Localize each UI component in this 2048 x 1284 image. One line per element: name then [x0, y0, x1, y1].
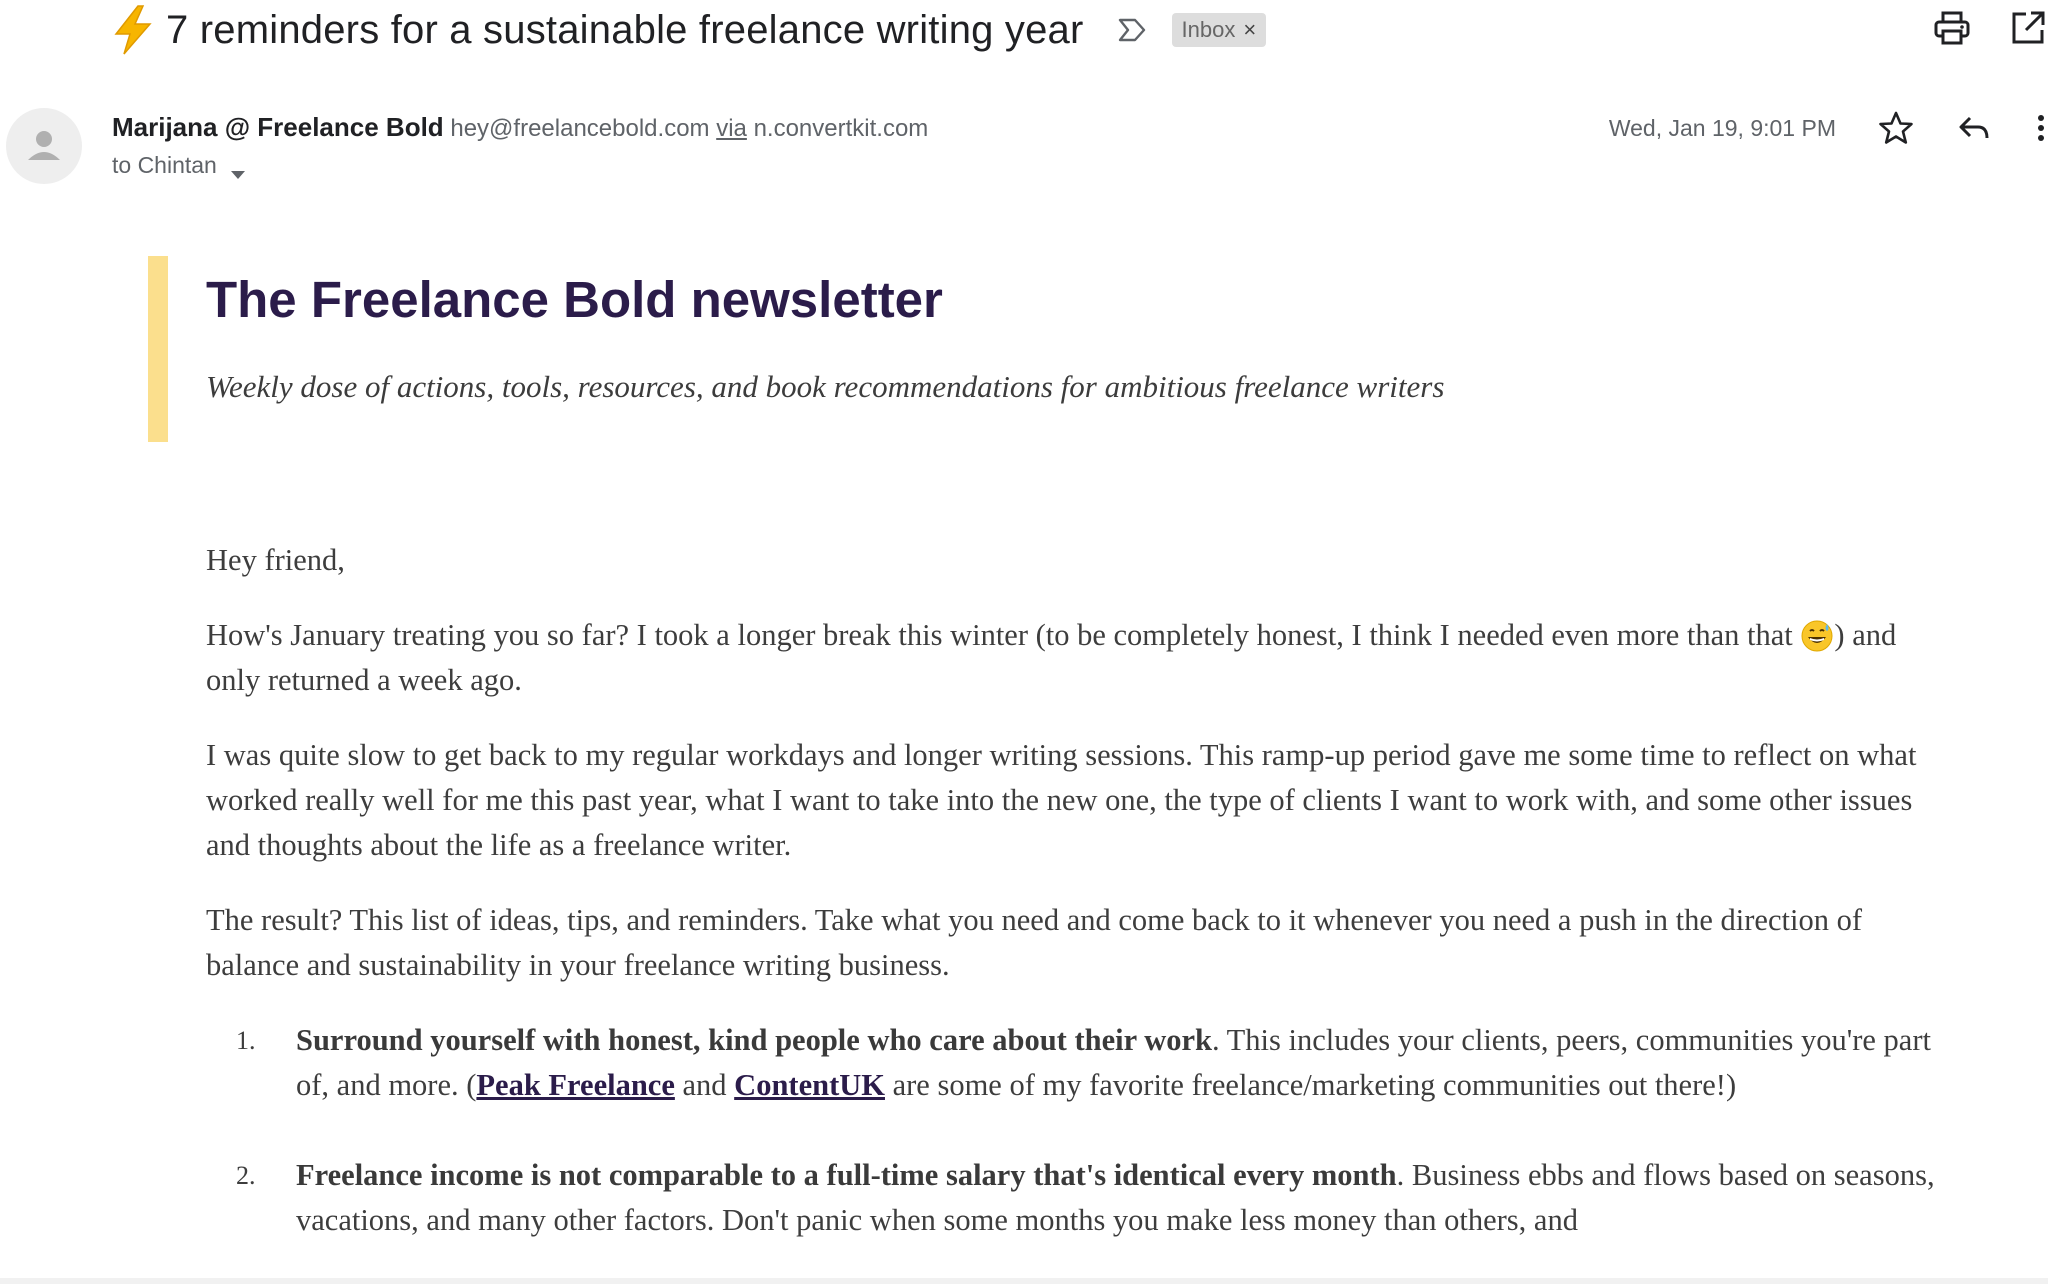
top-actions	[1932, 8, 2048, 48]
list-item-number: 2.	[236, 1161, 256, 1190]
caret-down-icon	[229, 160, 247, 179]
grinning-sweat-emoji-icon	[1800, 619, 1834, 653]
paragraph-1-text: How's January treating you so far? I too…	[206, 618, 1801, 652]
remove-label-button[interactable]: ×	[1243, 17, 1256, 43]
sender-email: hey@freelancebold.com	[450, 115, 710, 142]
list-item: 1. Surround yourself with honest, kind p…	[206, 1018, 1946, 1108]
via-link[interactable]: via	[716, 115, 747, 142]
reply-icon[interactable]	[1956, 110, 1992, 146]
newsletter-header: The Freelance Bold newsletter Weekly dos…	[148, 256, 1648, 442]
sender-name[interactable]: Marijana @ Freelance Bold	[112, 112, 444, 142]
sender-line: Marijana @ Freelance Bold hey@freelanceb…	[112, 112, 928, 143]
subject-row: 7 reminders for a sustainable freelance …	[110, 0, 1267, 60]
default-avatar-icon	[28, 131, 60, 160]
newsletter-tagline: Weekly dose of actions, tools, resources…	[206, 369, 1445, 404]
via-domain: n.convertkit.com	[753, 115, 929, 142]
email-date: Wed, Jan 19, 9:01 PM	[1608, 114, 1836, 141]
accent-bar	[148, 256, 168, 442]
important-marker-icon[interactable]	[1116, 14, 1148, 46]
more-vertical-icon[interactable]	[2034, 110, 2048, 146]
inbox-label-text: Inbox	[1181, 17, 1236, 42]
newsletter-title: The Freelance Bold newsletter	[206, 271, 943, 328]
recipient-details-toggle[interactable]: to Chintan	[112, 152, 247, 179]
list-item-number: 1.	[236, 1026, 256, 1055]
sender-avatar[interactable]	[6, 108, 82, 184]
paragraph-3: The result? This list of ideas, tips, an…	[206, 903, 1862, 982]
contentuk-link[interactable]: ContentUK	[734, 1068, 885, 1102]
open-in-new-window-icon[interactable]	[2008, 8, 2048, 48]
bottom-divider	[0, 1278, 2048, 1284]
list-item-text: are some of my favorite freelance/market…	[884, 1068, 1737, 1102]
star-icon[interactable]	[1878, 110, 1914, 146]
paragraph-2: I was quite slow to get back to my regul…	[206, 738, 1917, 862]
inbox-label-chip: Inbox ×	[1171, 13, 1267, 47]
message-meta: Wed, Jan 19, 9:01 PM	[1609, 110, 2048, 146]
paragraph-1: How's January treating you so far? I too…	[206, 613, 1946, 703]
peak-freelance-link[interactable]: Peak Freelance	[476, 1068, 674, 1102]
recipient-text: to Chintan	[112, 152, 217, 178]
list-item-text: and	[674, 1068, 735, 1102]
list-item: 2. Freelance income is not comparable to…	[206, 1153, 1946, 1243]
greeting: Hey friend,	[206, 543, 345, 577]
email-subject: 7 reminders for a sustainable freelance …	[166, 7, 1084, 52]
lightning-bolt-icon	[110, 4, 156, 56]
reminders-list: 1. Surround yourself with honest, kind p…	[206, 1018, 1946, 1243]
print-icon[interactable]	[1932, 8, 1972, 48]
list-item-heading: Freelance income is not comparable to a …	[296, 1158, 1397, 1192]
email-body: Hey friend, How's January treating you s…	[206, 538, 1946, 1284]
list-item-heading: Surround yourself with honest, kind peop…	[296, 1023, 1212, 1057]
